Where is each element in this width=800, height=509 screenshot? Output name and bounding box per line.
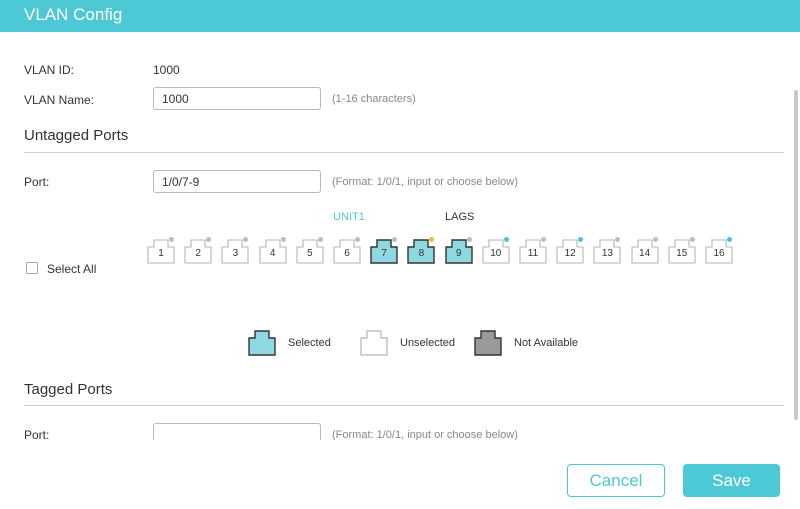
port-8[interactable]: 8 (407, 237, 436, 264)
port-9[interactable]: 9 (444, 237, 473, 264)
port-status-dot (652, 237, 658, 242)
legend-unselected-icon (360, 330, 388, 356)
untagged-port-input[interactable] (153, 170, 321, 193)
port-status-dot (689, 237, 695, 242)
port-status-dot (169, 237, 174, 242)
port-10[interactable]: 10 (482, 237, 510, 264)
tagged-port-label: Port: (24, 428, 50, 440)
port-4[interactable]: 4 (259, 237, 287, 264)
dialog-body: VLAN ID: 1000 VLAN Name: (1-16 character… (0, 32, 800, 440)
vlan-id-label: VLAN ID: (24, 63, 75, 77)
tagged-ports-title: Tagged Ports (24, 381, 113, 398)
port-number: 14 (639, 248, 651, 259)
port-number: 10 (490, 248, 502, 259)
vlan-name-input[interactable] (153, 87, 321, 110)
port-1[interactable]: 1 (147, 237, 175, 264)
port-status-dot (280, 237, 286, 242)
save-button[interactable]: Save (683, 464, 780, 497)
legend-not-available-label: Not Available (514, 337, 579, 349)
port-number: 8 (418, 248, 425, 259)
select-all-label: Select All (47, 262, 97, 276)
port-number: 12 (564, 248, 576, 259)
port-number: 3 (232, 248, 239, 259)
legend-selected-label: Selected (288, 337, 331, 349)
port-number: 5 (307, 248, 313, 259)
port-number: 7 (381, 248, 387, 259)
port-5[interactable]: 5 (296, 237, 324, 264)
tagged-port-input[interactable] (153, 423, 321, 440)
port-status-dot (317, 237, 323, 242)
port-2[interactable]: 2 (184, 237, 212, 264)
vlan-name-label: VLAN Name: (24, 93, 95, 107)
port-16[interactable]: 16 (705, 237, 733, 264)
port-status-dot (503, 237, 509, 242)
untagged-port-hint: (Format: 1/0/1, input or choose below) (332, 176, 518, 188)
cancel-button[interactable]: Cancel (567, 464, 665, 497)
port-number: 4 (269, 248, 276, 259)
port-number: 11 (527, 248, 539, 259)
port-6[interactable]: 6 (333, 237, 361, 264)
port-number: 6 (344, 248, 350, 259)
port-7[interactable]: 7 (370, 237, 398, 264)
tagged-port-hint: (Format: 1/0/1, input or choose below) (332, 429, 518, 440)
lags-tab[interactable]: LAGS (445, 211, 474, 223)
untagged-divider (24, 152, 784, 153)
port-number: 2 (195, 248, 201, 259)
port-status-dot (727, 237, 732, 242)
port-status-dot (466, 237, 472, 242)
port-3[interactable]: 3 (221, 237, 249, 264)
port-number: 13 (601, 248, 613, 259)
scrollbar[interactable] (794, 90, 798, 420)
port-status-dot (355, 237, 360, 242)
port-13[interactable]: 13 (593, 237, 621, 264)
legend-not-available-icon (474, 330, 502, 356)
port-number: 1 (158, 248, 164, 259)
untagged-ports-title: Untagged Ports (24, 127, 129, 144)
vlan-name-hint: (1-16 characters) (332, 93, 416, 105)
untagged-port-label: Port: (24, 175, 50, 189)
select-all-checkbox[interactable] (26, 262, 38, 274)
tagged-divider (24, 405, 784, 406)
port-number: 9 (455, 248, 462, 259)
unit1-tab[interactable]: UNIT1 (333, 211, 365, 223)
port-number: 15 (676, 248, 688, 259)
port-14[interactable]: 14 (631, 237, 659, 264)
dialog-titlebar: VLAN Config (0, 0, 800, 32)
legend-selected-icon (248, 330, 276, 356)
port-12[interactable]: 12 (556, 237, 584, 264)
vlan-id-value: 1000 (153, 63, 180, 77)
port-status-dot (541, 237, 546, 242)
legend-unselected-label: Unselected (400, 337, 456, 349)
port-number: 16 (713, 248, 725, 259)
port-15[interactable]: 15 (668, 237, 696, 264)
port-11[interactable]: 11 (519, 237, 547, 264)
dialog-title: VLAN Config (24, 5, 123, 24)
